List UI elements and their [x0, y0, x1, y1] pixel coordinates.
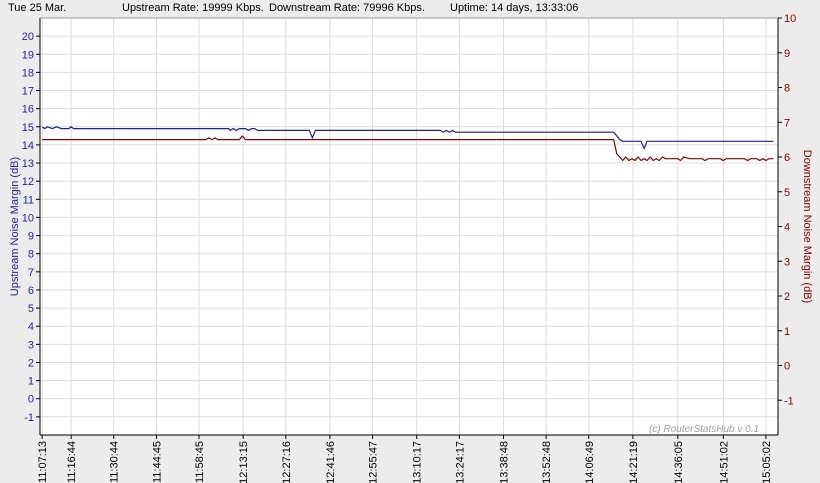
- x-tick-label: 14:21:19: [628, 441, 640, 483]
- x-tick-label: 11:44:45: [151, 441, 163, 483]
- y-left-tick-label: 15: [22, 122, 34, 134]
- x-tick-label: 14:36:05: [673, 441, 685, 483]
- x-tick-label: 15:05:02: [761, 441, 773, 483]
- x-tick-label: 13:10:17: [412, 441, 424, 483]
- x-tick-label: 11:58:45: [194, 441, 206, 483]
- y-left-tick-label: 5: [28, 303, 34, 315]
- y-axis-right-title: Downstream Noise Margin (dB): [801, 150, 813, 303]
- x-tick-label: 12:41:46: [325, 441, 337, 483]
- y-left-tick-label: 9: [28, 231, 34, 243]
- y-left-tick-label: 18: [22, 67, 34, 79]
- y-left-tick-label: 17: [22, 86, 34, 98]
- watermark: (c) RouterStatsHub v 0.1: [649, 424, 759, 435]
- y-right-tick-label: 7: [784, 117, 790, 129]
- plot-area: [40, 18, 778, 435]
- y-left-tick-label: 16: [22, 104, 34, 116]
- x-tick-label: 12:13:15: [238, 441, 250, 483]
- y-right-tick-label: 2: [784, 291, 790, 303]
- x-tick-label: 12:27:16: [281, 441, 293, 483]
- x-tick-label: 13:24:17: [454, 441, 466, 483]
- x-tick-label: 11:16:44: [66, 441, 78, 483]
- x-tick-label: 13:38:48: [498, 441, 510, 483]
- y-left-tick-label: 0: [28, 394, 34, 406]
- y-left-tick-label: 20: [22, 31, 34, 43]
- y-axis-left-title: Upstream Noise Margin (dB): [9, 157, 21, 296]
- x-tick-label: 14:06:49: [584, 441, 596, 483]
- x-tick-label: 13:52:48: [541, 441, 553, 483]
- y-right-tick-label: -1: [784, 395, 794, 407]
- y-left-tick-label: 13: [22, 158, 34, 170]
- y-left-tick-label: 1: [28, 376, 34, 388]
- y-left-tick-label: 14: [22, 140, 34, 152]
- y-left-tick-label: 19: [22, 49, 34, 61]
- y-left-tick-label: 4: [28, 321, 34, 333]
- y-right-tick-label: 5: [784, 187, 790, 199]
- y-right-tick-label: 3: [784, 256, 790, 268]
- y-right-tick-label: 6: [784, 152, 790, 164]
- y-right-tick-label: 10: [784, 13, 796, 25]
- y-right-tick-label: 0: [784, 361, 790, 373]
- y-left-tick-label: 7: [28, 267, 34, 279]
- y-right-tick-label: 4: [784, 222, 790, 234]
- y-right-tick-label: 1: [784, 326, 790, 338]
- y-right-tick-label: 8: [784, 83, 790, 95]
- noise-margin-chart: -101234567891011121314151617181920-10123…: [9, 13, 813, 483]
- x-tick-label: 14:51:02: [718, 441, 730, 483]
- y-left-tick-label: 11: [23, 194, 34, 206]
- x-tick-label: 11:07:13: [37, 441, 49, 483]
- y-left-tick-label: 3: [28, 339, 34, 351]
- y-right-tick-label: 9: [784, 48, 790, 60]
- y-left-tick-label: -1: [24, 412, 34, 424]
- y-left-tick-label: 12: [22, 176, 34, 188]
- y-left-tick-label: 6: [28, 285, 34, 297]
- y-left-tick-label: 10: [22, 212, 34, 224]
- y-left-tick-label: 8: [28, 249, 34, 261]
- x-tick-label: 12:55:47: [368, 441, 380, 483]
- y-left-tick-label: 2: [28, 357, 34, 369]
- x-tick-label: 11:30:44: [109, 441, 121, 483]
